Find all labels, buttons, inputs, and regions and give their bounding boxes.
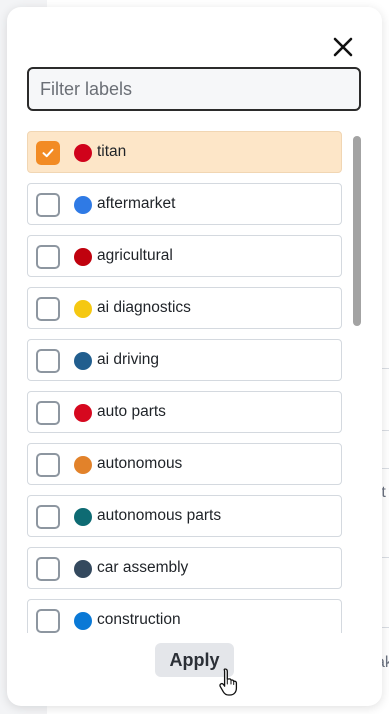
- label-checkbox[interactable]: [36, 297, 60, 321]
- label-checkbox[interactable]: [36, 193, 60, 217]
- label-item[interactable]: ai diagnostics: [27, 287, 342, 329]
- label-color-dot: [74, 196, 92, 214]
- label-name: car assembly: [97, 559, 189, 576]
- label-item[interactable]: autonomous: [27, 443, 342, 485]
- label-name: agricultural: [97, 247, 173, 264]
- hand-pointer-icon: [219, 668, 238, 696]
- label-color-dot: [74, 404, 92, 422]
- label-name: autonomous: [97, 455, 183, 472]
- label-checkbox[interactable]: [36, 557, 60, 581]
- checkmark-icon: [42, 148, 54, 158]
- label-name: titan: [97, 143, 127, 160]
- label-checkbox[interactable]: [36, 609, 60, 633]
- label-item[interactable]: auto parts: [27, 391, 342, 433]
- label-item[interactable]: ai driving: [27, 339, 342, 381]
- label-checkbox[interactable]: [36, 245, 60, 269]
- label-color-dot: [74, 248, 92, 266]
- label-item[interactable]: autonomous parts: [27, 495, 342, 537]
- label-color-dot: [74, 612, 92, 630]
- label-list: titan aftermarket agricultural ai diagnosti…: [27, 131, 345, 633]
- label-filter-dialog: titan aftermarket agricultural ai diagnosti…: [7, 7, 382, 706]
- label-checkbox[interactable]: [36, 349, 60, 373]
- label-name: construction: [97, 611, 181, 628]
- filter-labels-input[interactable]: [27, 67, 361, 111]
- label-color-dot: [74, 144, 92, 162]
- label-item[interactable]: construction: [27, 599, 342, 633]
- label-checkbox[interactable]: [36, 401, 60, 425]
- label-color-dot: [74, 456, 92, 474]
- label-item[interactable]: aftermarket: [27, 183, 342, 225]
- label-color-dot: [74, 300, 92, 318]
- label-item[interactable]: agricultural: [27, 235, 342, 277]
- label-checkbox[interactable]: [36, 453, 60, 477]
- label-checkbox[interactable]: [36, 141, 60, 165]
- label-item[interactable]: titan: [27, 131, 342, 173]
- label-color-dot: [74, 560, 92, 578]
- label-color-dot: [74, 352, 92, 370]
- label-name: autonomous parts: [97, 507, 222, 524]
- label-item[interactable]: car assembly: [27, 547, 342, 589]
- label-name: auto parts: [97, 403, 166, 420]
- label-checkbox[interactable]: [36, 505, 60, 529]
- label-name: aftermarket: [97, 195, 176, 212]
- scrollbar-thumb[interactable]: [353, 136, 361, 326]
- close-icon: [333, 37, 353, 57]
- label-color-dot: [74, 508, 92, 526]
- close-button[interactable]: [329, 33, 357, 61]
- label-name: ai driving: [97, 351, 160, 368]
- label-name: ai diagnostics: [97, 299, 191, 316]
